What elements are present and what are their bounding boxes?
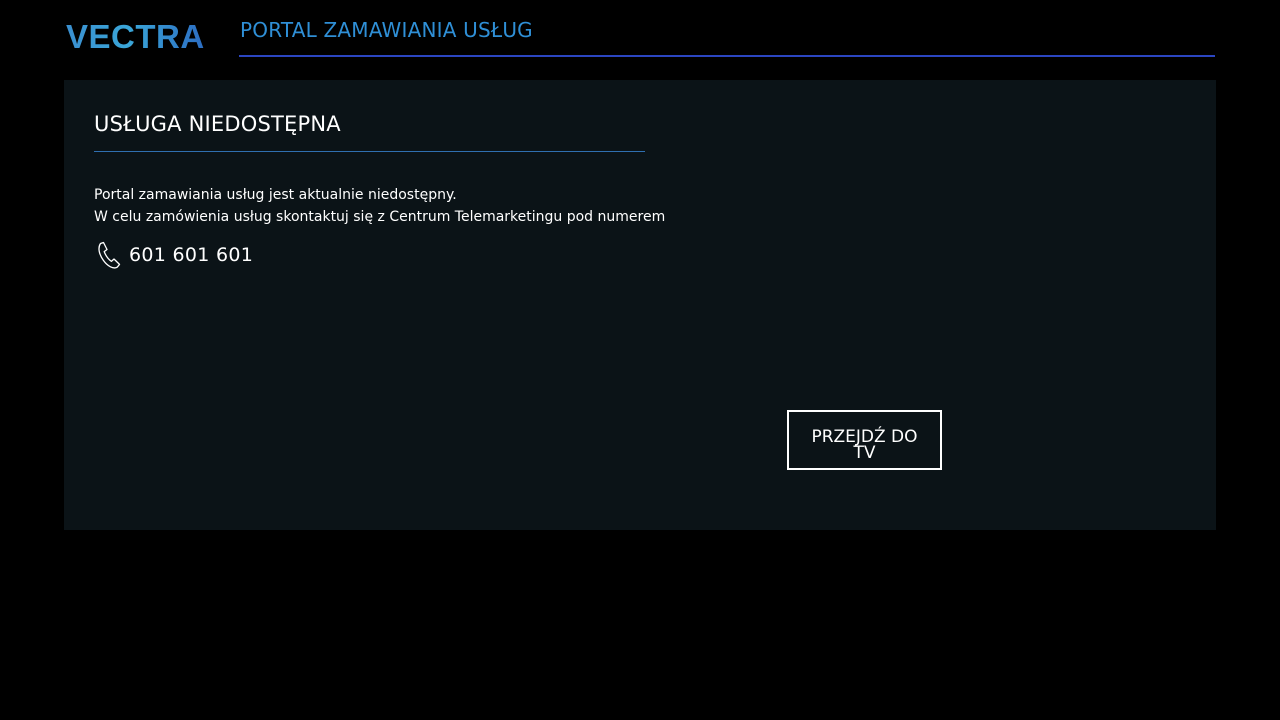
- phone-number: 601 601 601: [129, 244, 254, 266]
- header-divider: [239, 55, 1215, 57]
- heading-divider: [94, 151, 645, 152]
- go-to-tv-button[interactable]: PRZEJDŹ DO TV: [787, 410, 942, 470]
- unavailable-message: Portal zamawiania usług jest aktualnie n…: [94, 187, 457, 203]
- unavailable-heading: USŁUGA NIEDOSTĘPNA: [94, 112, 341, 136]
- contact-message: W celu zamówienia usług skontaktuj się z…: [94, 209, 666, 225]
- portal-title: PORTAL ZAMAWIANIA USŁUG: [240, 18, 533, 42]
- service-unavailable-screen: VECTRA PORTAL ZAMAWIANIA USŁUG USŁUGA NI…: [0, 0, 1280, 720]
- phone-contact: 601 601 601: [94, 240, 253, 270]
- message-panel: USŁUGA NIEDOSTĘPNA Portal zamawiania usł…: [64, 80, 1216, 530]
- go-to-tv-label: PRZEJDŹ DO TV: [811, 426, 918, 463]
- phone-icon: [94, 240, 121, 270]
- vectra-logo: VECTRA: [66, 18, 205, 55]
